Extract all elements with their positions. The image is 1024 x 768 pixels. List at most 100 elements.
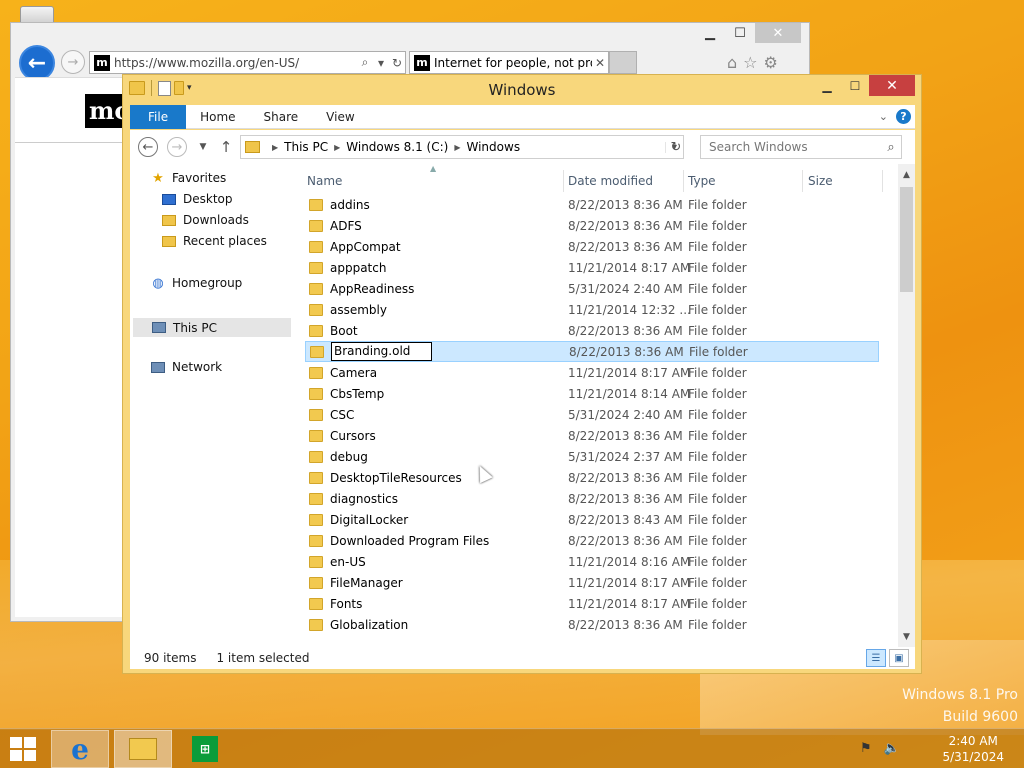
file-name-cell[interactable]: diagnostics	[309, 492, 398, 506]
table-row[interactable]: debug 5/31/2024 2:37 AM File folder	[305, 446, 879, 467]
file-name-cell[interactable]: en-US	[309, 555, 366, 569]
tab-share[interactable]: Share	[250, 105, 313, 129]
tab-home[interactable]: Home	[186, 105, 249, 129]
table-row[interactable]: en-US 11/21/2014 8:16 AM File folder	[305, 551, 879, 572]
table-row-selected[interactable]: Branding.old 8/22/2013 8:36 AM File folder	[305, 341, 879, 362]
column-header-name[interactable]: Name	[307, 170, 342, 192]
favorites-star-icon[interactable]: ☆	[743, 53, 757, 72]
file-name-cell[interactable]: apppatch	[309, 261, 386, 275]
tab-file[interactable]: File	[130, 104, 187, 129]
table-row[interactable]: apppatch 11/21/2014 8:17 AM File folder	[305, 257, 879, 278]
file-name-cell[interactable]: DesktopTileResources	[309, 471, 462, 485]
breadcrumb-item-windows[interactable]: Windows	[467, 140, 521, 154]
file-name-cell[interactable]: DigitalLocker	[309, 513, 408, 527]
vertical-scrollbar[interactable]: ▲ ▼	[898, 164, 915, 649]
table-row[interactable]: assembly 11/21/2014 12:32 ... File folder	[305, 299, 879, 320]
breadcrumb-separator-icon[interactable]: ▶	[272, 143, 278, 152]
column-header-date[interactable]: Date modified	[568, 170, 653, 192]
column-separator[interactable]	[802, 170, 803, 192]
nav-item-homegroup[interactable]: ◍ Homegroup	[150, 276, 242, 291]
close-button[interactable]: ✕	[869, 75, 915, 96]
nav-item-this-pc[interactable]: This PC	[133, 318, 291, 337]
table-row[interactable]: FileManager 11/21/2014 8:17 AM File folder	[305, 572, 879, 593]
search-icon[interactable]: ⌕	[357, 55, 373, 70]
nav-item-network[interactable]: Network	[150, 360, 222, 374]
file-name-cell[interactable]: Globalization	[309, 618, 408, 632]
file-name-cell[interactable]: Branding.old	[310, 342, 432, 361]
gear-icon[interactable]: ⚙	[764, 53, 778, 72]
nav-item-recent-places[interactable]: Recent places	[161, 234, 267, 248]
scroll-down-icon[interactable]: ▼	[898, 629, 915, 646]
table-row[interactable]: CbsTemp 11/21/2014 8:14 AM File folder	[305, 383, 879, 404]
column-separator[interactable]	[882, 170, 883, 192]
expand-ribbon-chevron-icon[interactable]: ⌄	[879, 110, 888, 123]
back-arrow-icon[interactable]: ←	[138, 137, 158, 157]
table-row[interactable]: AppCompat 8/22/2013 8:36 AM File folder	[305, 236, 879, 257]
tab-close-icon[interactable]: ✕	[592, 56, 608, 70]
nav-item-favorites[interactable]: ★ Favorites	[150, 171, 226, 186]
table-row[interactable]: AppReadiness 5/31/2024 2:40 AM File folder	[305, 278, 879, 299]
file-name-cell[interactable]: CbsTemp	[309, 387, 384, 401]
forward-arrow-icon[interactable]: →	[167, 137, 187, 157]
column-header-type[interactable]: Type	[688, 170, 716, 192]
maximize-button[interactable]: ☐	[725, 23, 755, 43]
search-input[interactable]: Search Windows ⌕	[700, 135, 902, 159]
nav-item-desktop[interactable]: Desktop	[161, 192, 233, 206]
nav-item-downloads[interactable]: Downloads	[161, 213, 249, 227]
minimize-button[interactable]: ▁	[695, 23, 725, 43]
scrollbar-thumb[interactable]	[900, 187, 913, 292]
maximize-button[interactable]: ☐	[841, 75, 869, 96]
large-icons-view-icon[interactable]: ▣	[889, 649, 909, 667]
new-tab-button[interactable]	[609, 51, 637, 74]
breadcrumb-separator-icon[interactable]: ▶	[334, 143, 340, 152]
details-view-icon[interactable]: ☰	[866, 649, 886, 667]
table-row[interactable]: Globalization 8/22/2013 8:36 AM File folde…	[305, 614, 879, 635]
scroll-up-icon[interactable]: ▲	[898, 167, 915, 184]
tab-view[interactable]: View	[312, 105, 368, 129]
column-separator[interactable]	[683, 170, 684, 192]
file-name-cell[interactable]: AppCompat	[309, 240, 401, 254]
breadcrumb-separator-icon[interactable]: ▶	[454, 143, 460, 152]
rename-input[interactable]: Branding.old	[331, 342, 432, 361]
table-row[interactable]: Fonts 11/21/2014 8:17 AM File folder	[305, 593, 879, 614]
file-name-cell[interactable]: Downloaded Program Files	[309, 534, 489, 548]
file-name-cell[interactable]: Cursors	[309, 429, 376, 443]
back-button[interactable]: ←	[19, 45, 55, 81]
file-name-cell[interactable]: Fonts	[309, 597, 362, 611]
breadcrumb-item-this-pc[interactable]: This PC	[284, 140, 328, 154]
file-name-cell[interactable]: FileManager	[309, 576, 403, 590]
column-separator[interactable]	[563, 170, 564, 192]
minimize-button[interactable]: ▁	[813, 75, 841, 96]
forward-button[interactable]: →	[61, 50, 85, 74]
breadcrumb-item-drive[interactable]: Windows 8.1 (C:)	[346, 140, 448, 154]
file-name-cell[interactable]: Boot	[309, 324, 358, 338]
help-icon[interactable]: ?	[896, 109, 911, 124]
action-center-flag-icon[interactable]: ⚑	[860, 741, 872, 756]
recent-locations-chevron-icon[interactable]: ▼	[192, 136, 214, 158]
table-row[interactable]: addins 8/22/2013 8:36 AM File folder	[305, 194, 879, 215]
browser-tab[interactable]: m Internet for people, not pro... ✕	[409, 51, 609, 74]
column-header-size[interactable]: Size	[808, 170, 833, 192]
explorer-titlebar[interactable]: ▾ Windows ▁ ☐ ✕	[123, 75, 921, 103]
table-row[interactable]: DesktopTileResources 8/22/2013 8:36 AM Fil…	[305, 467, 879, 488]
home-icon[interactable]: ⌂	[727, 53, 737, 72]
taskbar-ie-button[interactable]: e	[51, 730, 109, 768]
file-name-cell[interactable]: addins	[309, 198, 370, 212]
dropdown-icon[interactable]: ▾	[373, 56, 389, 70]
table-row[interactable]: Boot 8/22/2013 8:36 AM File folder	[305, 320, 879, 341]
file-name-cell[interactable]: assembly	[309, 303, 387, 317]
start-button[interactable]	[10, 737, 38, 761]
file-name-cell[interactable]: AppReadiness	[309, 282, 414, 296]
volume-muted-icon[interactable]: 🔈	[884, 741, 900, 756]
breadcrumb[interactable]: ▶ This PC ▶ Windows 8.1 (C:) ▶ Windows ▾	[240, 135, 684, 159]
table-row[interactable]: CSC 5/31/2024 2:40 AM File folder	[305, 404, 879, 425]
file-name-cell[interactable]: Camera	[309, 366, 377, 380]
search-icon[interactable]: ⌕	[881, 140, 901, 155]
taskbar-store-button[interactable]: ⊞	[176, 730, 234, 768]
taskbar-explorer-button[interactable]	[114, 730, 172, 768]
table-row[interactable]: Camera 11/21/2014 8:17 AM File folder	[305, 362, 879, 383]
table-row[interactable]: DigitalLocker 8/22/2013 8:43 AM File folde…	[305, 509, 879, 530]
close-button[interactable]: ✕	[755, 23, 801, 43]
table-row[interactable]: diagnostics 8/22/2013 8:36 AM File folder	[305, 488, 879, 509]
address-url[interactable]: https://www.mozilla.org/en-US/	[114, 56, 357, 70]
